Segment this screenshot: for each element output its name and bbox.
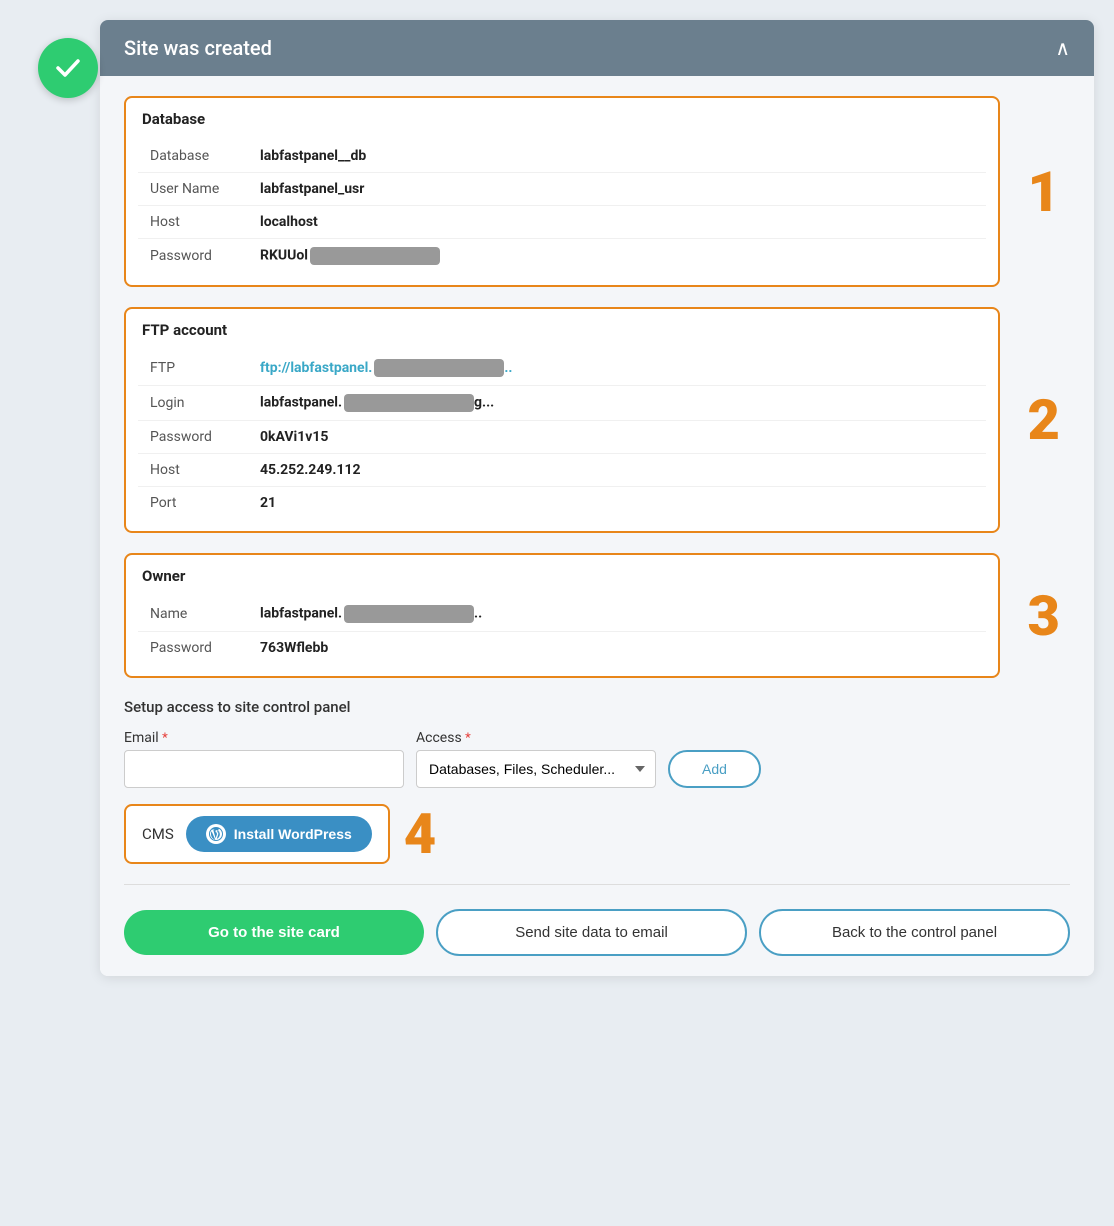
card-title: Site was created xyxy=(124,36,272,60)
blurred-value xyxy=(344,394,474,412)
cms-label: CMS xyxy=(142,825,174,843)
field-value: 21 xyxy=(248,487,986,520)
section-number-2: 2 xyxy=(1028,392,1060,448)
table-row: User Name labfastpanel_usr xyxy=(138,173,986,206)
install-wordpress-button[interactable]: Install WordPress xyxy=(186,816,372,852)
field-value: 763Wflebb xyxy=(248,632,986,665)
owner-table: Name labfastpanel... Password 763Wflebb xyxy=(138,597,986,664)
ftp-table: FTP ftp://labfastpanel... Login labfastp… xyxy=(138,351,986,519)
email-label: Email * xyxy=(124,730,404,746)
card-body: Database Database labfastpanel__db User … xyxy=(100,76,1094,976)
table-row: Host 45.252.249.112 xyxy=(138,454,986,487)
database-section-title: Database xyxy=(126,98,998,136)
cms-section: CMS Install WordPress xyxy=(124,804,390,864)
field-value: labfastpanel.g... xyxy=(248,386,986,421)
setup-title: Setup access to site control panel xyxy=(124,698,1070,716)
blurred-value xyxy=(374,359,504,377)
card-header: Site was created ∧ xyxy=(100,20,1094,76)
table-row: Host localhost xyxy=(138,206,986,239)
send-site-data-button[interactable]: Send site data to email xyxy=(436,909,747,956)
collapse-icon[interactable]: ∧ xyxy=(1055,36,1070,60)
bottom-actions: Go to the site card Send site data to em… xyxy=(124,909,1070,956)
field-label: Password xyxy=(138,239,248,274)
table-row: Database labfastpanel__db xyxy=(138,140,986,173)
table-row: Password 763Wflebb xyxy=(138,632,986,665)
field-value: localhost xyxy=(248,206,986,239)
section-number-3: 3 xyxy=(1028,588,1060,644)
add-button[interactable]: Add xyxy=(668,750,761,788)
database-table: Database labfastpanel__db User Name labf… xyxy=(138,140,986,273)
table-row: Port 21 xyxy=(138,487,986,520)
ftp-section: FTP account FTP ftp://labfastpanel... Lo… xyxy=(124,307,1000,533)
cms-number: 4 xyxy=(404,806,436,862)
email-field-group: Email * xyxy=(124,730,404,788)
field-value: 45.252.249.112 xyxy=(248,454,986,487)
field-label: Password xyxy=(138,632,248,665)
owner-section-title: Owner xyxy=(126,555,998,593)
back-to-control-panel-button[interactable]: Back to the control panel xyxy=(759,909,1070,956)
access-label: Access * xyxy=(416,730,656,746)
section-number-1: 1 xyxy=(1028,164,1060,220)
ftp-link[interactable]: ftp://labfastpanel... xyxy=(260,360,513,376)
ftp-section-title: FTP account xyxy=(126,309,998,347)
field-label: Host xyxy=(138,206,248,239)
field-label: Host xyxy=(138,454,248,487)
field-label: Password xyxy=(138,421,248,454)
field-label: Login xyxy=(138,386,248,421)
access-field-group: Access * Databases, Files, Scheduler... xyxy=(416,730,656,788)
cms-row: CMS Install WordPress 4 xyxy=(124,804,1070,864)
table-row: Login labfastpanel.g... xyxy=(138,386,986,421)
email-input[interactable] xyxy=(124,750,404,788)
setup-access-section: Setup access to site control panel Email… xyxy=(124,698,1070,788)
field-label: FTP xyxy=(138,351,248,386)
wordpress-icon xyxy=(206,824,226,844)
field-label: Name xyxy=(138,597,248,632)
required-star: * xyxy=(162,731,168,746)
field-value: ftp://labfastpanel... xyxy=(248,351,986,386)
field-value: labfastpanel... xyxy=(248,597,986,632)
database-section: Database Database labfastpanel__db User … xyxy=(124,96,1000,287)
field-label: User Name xyxy=(138,173,248,206)
table-row: Password 0kAVi1v15 xyxy=(138,421,986,454)
field-value: labfastpanel__db xyxy=(248,140,986,173)
table-row: FTP ftp://labfastpanel... xyxy=(138,351,986,386)
field-label: Database xyxy=(138,140,248,173)
install-wordpress-label: Install WordPress xyxy=(234,826,352,842)
access-select[interactable]: Databases, Files, Scheduler... xyxy=(416,750,656,788)
table-row: Name labfastpanel... xyxy=(138,597,986,632)
setup-form-row: Email * Access * Databases, Files, Sched… xyxy=(124,730,1070,788)
go-to-site-card-button[interactable]: Go to the site card xyxy=(124,910,424,955)
owner-section: Owner Name labfastpanel... Password 763W… xyxy=(124,553,1000,678)
main-card: Site was created ∧ Database Database lab… xyxy=(100,20,1094,976)
field-value: 0kAVi1v15 xyxy=(248,421,986,454)
table-row: Password RKUUol xyxy=(138,239,986,274)
required-star-access: * xyxy=(465,731,471,746)
field-value: labfastpanel_usr xyxy=(248,173,986,206)
blurred-value xyxy=(310,247,440,265)
success-indicator xyxy=(38,38,98,98)
field-value: RKUUol xyxy=(248,239,986,274)
blurred-value xyxy=(344,605,474,623)
field-label: Port xyxy=(138,487,248,520)
